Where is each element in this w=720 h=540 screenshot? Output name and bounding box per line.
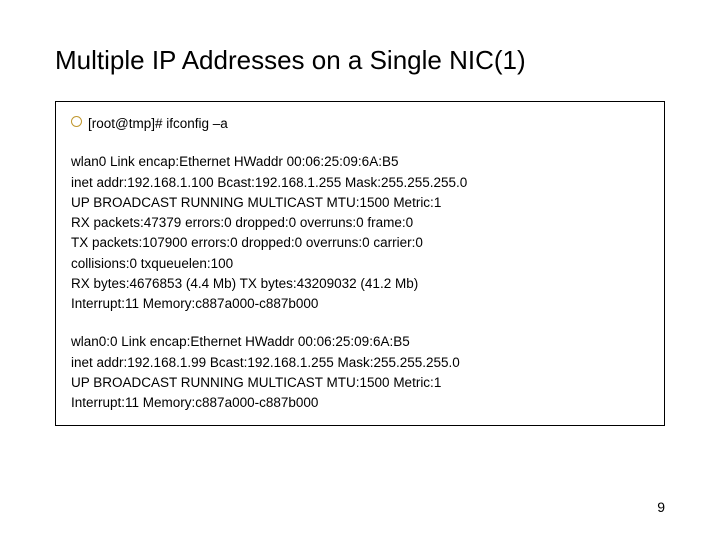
slide: Multiple IP Addresses on a Single NIC(1)… — [0, 0, 720, 540]
output-line: inet addr:192.168.1.99 Bcast:192.168.1.2… — [71, 353, 649, 373]
output-line: RX bytes:4676853 (4.4 Mb) TX bytes:43209… — [71, 274, 649, 294]
shell-command: [root@tmp]# ifconfig –a — [88, 116, 228, 131]
bullet-icon — [71, 116, 82, 127]
output-line: collisions:0 txqueuelen:100 — [71, 254, 649, 274]
output-line: TX packets:107900 errors:0 dropped:0 ove… — [71, 233, 649, 253]
output-line: UP BROADCAST RUNNING MULTICAST MTU:1500 … — [71, 373, 649, 393]
output-line: UP BROADCAST RUNNING MULTICAST MTU:1500 … — [71, 193, 649, 213]
output-line: wlan0:0 Link encap:Ethernet HWaddr 00:06… — [71, 332, 649, 352]
shell-prompt-line: [root@tmp]# ifconfig –a — [71, 114, 649, 134]
page-number: 9 — [657, 499, 665, 515]
output-line: wlan0 Link encap:Ethernet HWaddr 00:06:2… — [71, 152, 649, 172]
output-line: Interrupt:11 Memory:c887a000-c887b000 — [71, 294, 649, 314]
output-line: RX packets:47379 errors:0 dropped:0 over… — [71, 213, 649, 233]
slide-title: Multiple IP Addresses on a Single NIC(1) — [55, 45, 665, 76]
interface-block-wlan0: wlan0 Link encap:Ethernet HWaddr 00:06:2… — [71, 152, 649, 314]
output-line: Interrupt:11 Memory:c887a000-c887b000 — [71, 393, 649, 413]
interface-block-wlan0-0: wlan0:0 Link encap:Ethernet HWaddr 00:06… — [71, 332, 649, 413]
output-line: inet addr:192.168.1.100 Bcast:192.168.1.… — [71, 173, 649, 193]
terminal-output-box: [root@tmp]# ifconfig –a wlan0 Link encap… — [55, 101, 665, 426]
